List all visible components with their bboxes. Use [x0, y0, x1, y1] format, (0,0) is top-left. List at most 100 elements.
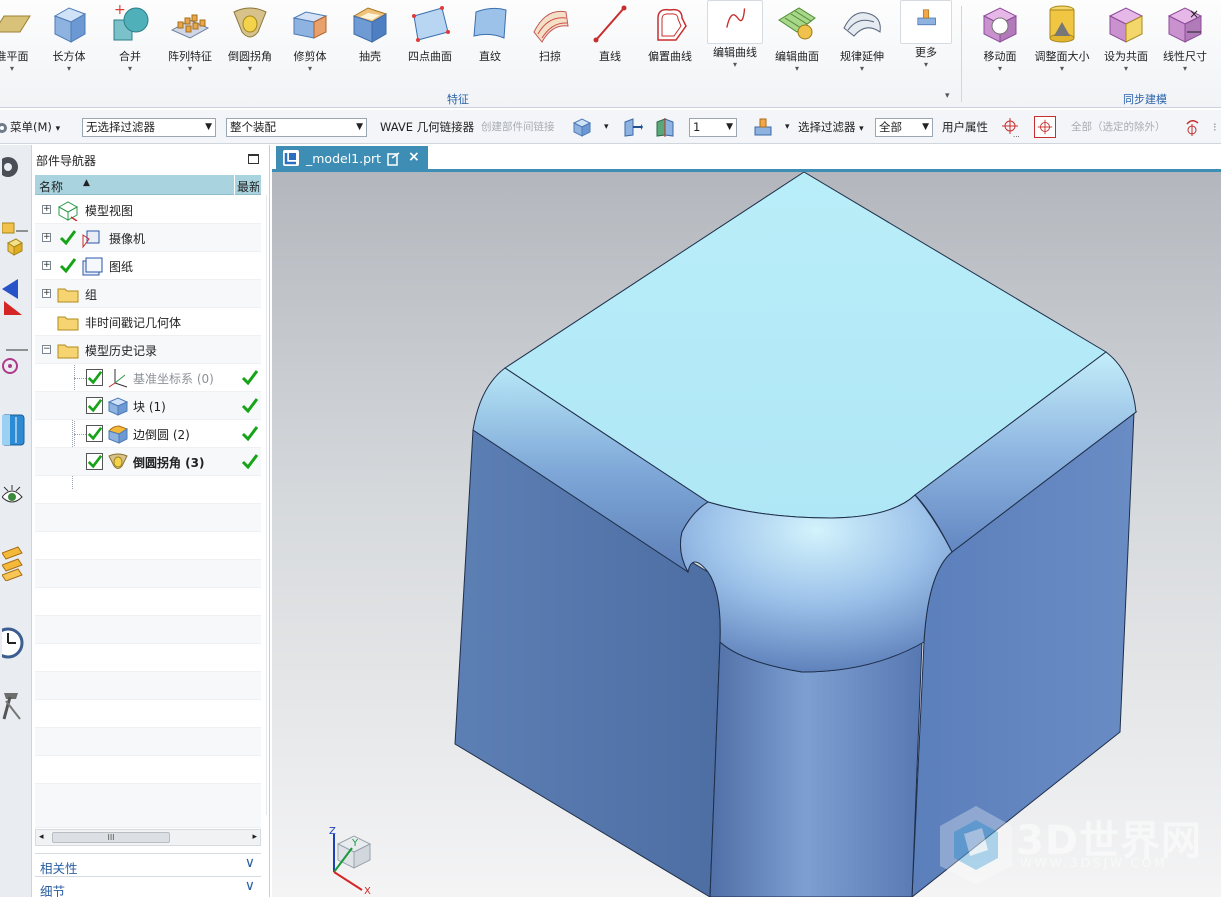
wave-geometry-linker-button[interactable]: WAVE 几何链接器: [380, 117, 474, 137]
chevron-down-icon[interactable]: ▾: [604, 117, 609, 137]
selection-scope-select[interactable]: 整个装配 ▼: [226, 118, 367, 137]
shell-button[interactable]: 抽壳: [340, 0, 400, 90]
empty-row: [35, 504, 261, 532]
group-expand-icon[interactable]: ▾: [945, 91, 950, 101]
expand-icon[interactable]: +: [42, 261, 51, 270]
user-attributes-button[interactable]: 用户属性: [942, 117, 988, 137]
column-name[interactable]: 名称: [39, 178, 63, 195]
crosshair-select-icon[interactable]: ...: [999, 116, 1021, 138]
web-browser-eye-icon[interactable]: [2, 475, 28, 515]
tools-icon[interactable]: [2, 683, 28, 723]
dependencies-panel[interactable]: 相关性 ∨: [35, 853, 261, 876]
maximize-icon[interactable]: [248, 154, 259, 164]
checkbox-checked[interactable]: [86, 397, 103, 414]
datum-plane-button[interactable]: 准平面 ▾: [0, 0, 42, 90]
edit-surface-button[interactable]: 编辑曲面 ▾: [767, 0, 827, 90]
component-select-icon[interactable]: [752, 116, 774, 138]
constraint-navigator-icon[interactable]: [2, 275, 28, 315]
chevron-down-icon[interactable]: ∨: [245, 878, 255, 894]
tree-item-edge-blend[interactable]: 边倒圆 (2): [35, 420, 261, 448]
scroll-right-icon[interactable]: ▸: [252, 832, 257, 842]
menu-gear-icon: [0, 123, 7, 133]
expand-icon[interactable]: +: [42, 233, 51, 242]
empty-row: [35, 560, 261, 588]
cube-select-icon[interactable]: [571, 116, 593, 138]
target-select-icon[interactable]: [1034, 116, 1056, 138]
empty-row: [35, 588, 261, 616]
face-blend-corner-button[interactable]: 倒圆拐角 ▾: [220, 0, 280, 90]
create-interpart-link-button[interactable]: 创建部件间链接: [481, 117, 555, 137]
column-divider[interactable]: [234, 175, 235, 195]
law-extension-button[interactable]: 规律延伸 ▾: [832, 0, 892, 90]
history-palette-icon[interactable]: [2, 541, 28, 581]
assembly-navigator-icon[interactable]: [2, 217, 28, 257]
ruled-button[interactable]: 直纹: [460, 0, 520, 90]
edit-curve-icon: [726, 8, 746, 28]
checkbox-checked[interactable]: [86, 425, 103, 442]
four-point-surface-button[interactable]: 四点曲面: [400, 0, 460, 90]
chevron-down-icon: ▾: [859, 124, 864, 134]
move-face-button[interactable]: 移动面 ▾: [970, 0, 1030, 90]
reuse-library-icon[interactable]: [2, 409, 28, 449]
collapse-icon[interactable]: −: [42, 345, 51, 354]
checkbox-checked[interactable]: [86, 453, 103, 470]
tree-item-datum-csys[interactable]: 基准坐标系 (0): [35, 364, 261, 392]
scroll-left-icon[interactable]: ◂: [39, 832, 44, 842]
empty-row: [35, 476, 261, 504]
tree-item-block[interactable]: 块 (1): [35, 392, 261, 420]
toolbar-overflow-icon[interactable]: ⁝: [1213, 117, 1217, 137]
rotate-select-icon[interactable]: [1181, 116, 1203, 138]
tree-item-model-views[interactable]: + 模型视图: [35, 196, 261, 224]
clock-icon[interactable]: [2, 621, 28, 661]
expand-icon[interactable]: +: [42, 289, 51, 298]
tree-item-unused-geometry[interactable]: 非时间戳记几何体: [35, 308, 261, 336]
filter-all-select[interactable]: 全部 ▼: [875, 118, 933, 137]
tree-item-cameras[interactable]: + 摄像机: [35, 224, 261, 252]
up-to-date-check-icon: [241, 370, 258, 386]
column-latest[interactable]: 最新: [237, 178, 259, 195]
empty-row: [35, 784, 261, 828]
offset-curve-icon: [657, 8, 687, 41]
chevron-down-icon[interactable]: ▾: [785, 117, 790, 137]
chevron-down-icon: ▾: [127, 64, 132, 73]
make-coplanar-button[interactable]: 设为共面 ▾: [1096, 0, 1156, 90]
document-tab[interactable]: _model1.prt ×: [276, 146, 428, 170]
line-button[interactable]: 直线: [580, 0, 640, 90]
expand-icon[interactable]: +: [42, 205, 51, 214]
horizontal-scrollbar[interactable]: ◂ III ▸: [35, 829, 261, 846]
graphics-window[interactable]: Z Y X 3D世界网 WWW.3DSJW.COM: [272, 172, 1221, 897]
tree-item-model-history[interactable]: − 模型历史记录: [35, 336, 261, 364]
document-tab-label: _model1.prt: [306, 151, 382, 166]
tree-item-drawings[interactable]: + 图纸: [35, 252, 261, 280]
swept-button[interactable]: 扫掠: [520, 0, 580, 90]
more-button[interactable]: [900, 0, 952, 44]
details-panel[interactable]: 细节 ∨: [35, 876, 261, 897]
tree-item-face-blend-corner[interactable]: 倒圆拐角 (3): [35, 448, 261, 476]
part-navigator-icon[interactable]: [2, 340, 28, 380]
menu-button[interactable]: 菜单(M) ▾: [10, 117, 60, 137]
model-render[interactable]: [272, 172, 1221, 897]
offset-curve-button[interactable]: 偏置曲线: [640, 0, 700, 90]
unite-button[interactable]: + 合并 ▾: [100, 0, 160, 90]
select-all-except-button[interactable]: 全部（选定的除外）: [1071, 117, 1166, 137]
linear-dimension-button[interactable]: × 线性尺寸 ▾: [1155, 0, 1215, 90]
body-select-icon[interactable]: [654, 116, 676, 138]
edit-curve-button[interactable]: [707, 0, 763, 44]
scroll-thumb[interactable]: III: [52, 832, 170, 843]
selection-filter-button[interactable]: 选择过滤器 ▾: [798, 117, 864, 137]
level-select[interactable]: 1 ▼: [689, 118, 737, 137]
gear-icon[interactable]: [2, 147, 28, 187]
tree-item-groups[interactable]: + 组: [35, 280, 261, 308]
document-pin-icon[interactable]: [386, 152, 400, 166]
type-filter-select[interactable]: 无选择过滤器 ▼: [82, 118, 216, 137]
checkbox-checked[interactable]: [86, 369, 103, 386]
chevron-down-icon[interactable]: ∨: [245, 855, 255, 871]
trim-body-button[interactable]: 修剪体 ▾: [280, 0, 340, 90]
close-icon[interactable]: ×: [408, 149, 420, 165]
pattern-feature-button[interactable]: 阵列特征 ▾: [160, 0, 220, 90]
block-button[interactable]: 长方体 ▾: [39, 0, 99, 90]
face-select-icon[interactable]: [621, 116, 643, 138]
make-coplanar-icon: [1108, 7, 1144, 43]
resize-face-button[interactable]: 调整面大小 ▾: [1032, 0, 1092, 90]
line-icon: [593, 5, 627, 43]
